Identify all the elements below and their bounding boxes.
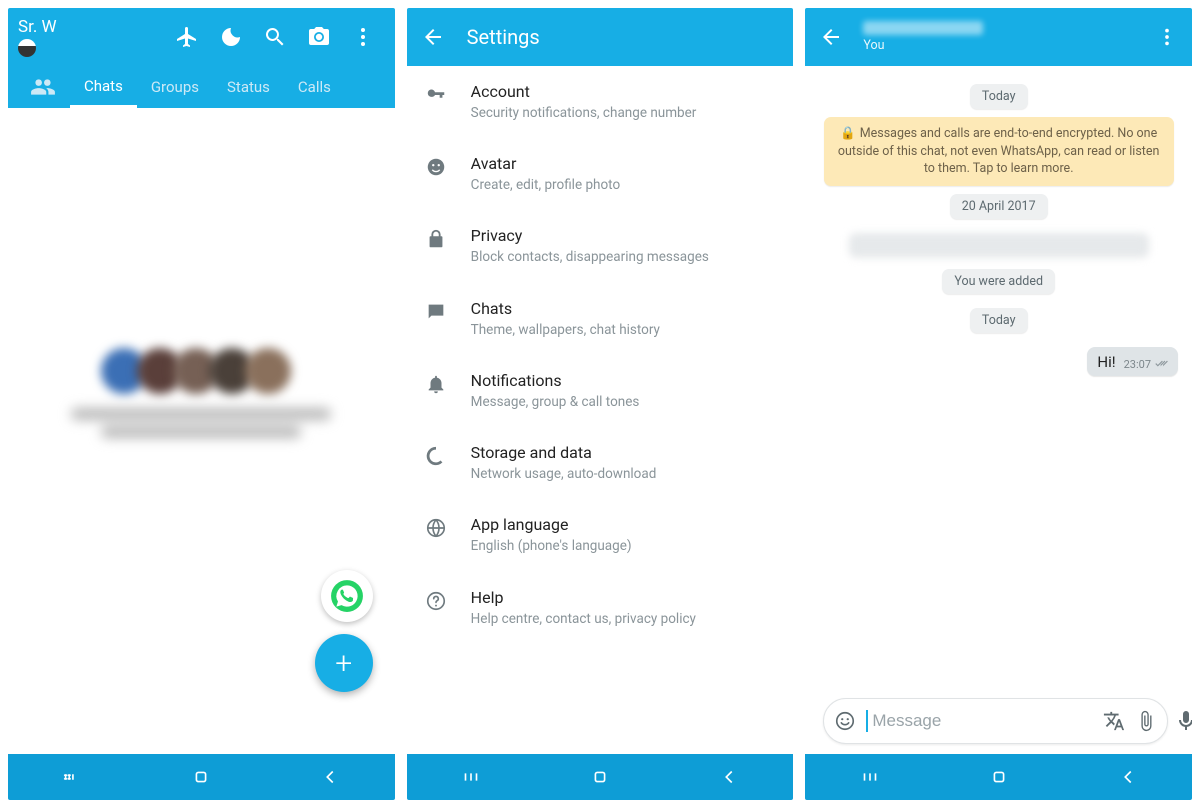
settings-item-avatar[interactable]: AvatarCreate, edit, profile photo <box>407 138 794 210</box>
key-icon <box>425 84 447 106</box>
date-chip-today-1: Today <box>970 84 1028 109</box>
system-navbar <box>8 754 395 800</box>
date-chip-today-2: Today <box>970 308 1028 333</box>
tab-bar: Chats Groups Status Calls <box>8 66 395 108</box>
back-arrow-icon[interactable] <box>421 25 445 49</box>
message-input[interactable] <box>866 710 1093 732</box>
input-bar <box>815 690 1182 754</box>
mic-button[interactable] <box>1174 698 1192 744</box>
settings-item-language[interactable]: App languageEnglish (phone's language) <box>407 499 794 571</box>
settings-title: Settings <box>467 25 540 49</box>
nav-recents-icon[interactable] <box>859 766 881 788</box>
search-icon[interactable] <box>263 25 287 49</box>
chat-icon <box>425 301 447 323</box>
blurred-text <box>51 408 351 448</box>
chat-subtitle: You <box>863 38 1136 53</box>
lock-icon <box>425 228 447 250</box>
chats-body: + <box>8 108 395 754</box>
help-icon <box>425 590 447 612</box>
delivered-icon <box>1154 359 1170 369</box>
tab-status[interactable]: Status <box>213 66 284 108</box>
system-added-chip: You were added <box>942 269 1055 294</box>
screen-chats: Sr. W Chats Groups Status Calls <box>8 8 395 800</box>
e2e-banner[interactable]: 🔒Messages and calls are end-to-end encry… <box>824 117 1174 186</box>
message-meta: 23:07 <box>1124 358 1170 371</box>
tab-community-icon[interactable] <box>16 66 70 108</box>
fab-new-chat[interactable]: + <box>315 634 373 692</box>
settings-item-help[interactable]: HelpHelp centre, contact us, privacy pol… <box>407 572 794 644</box>
tab-chats[interactable]: Chats <box>70 66 137 108</box>
globe-icon <box>425 517 447 539</box>
emoji-icon[interactable] <box>834 710 856 732</box>
nav-back-icon[interactable] <box>1117 766 1139 788</box>
more-icon[interactable] <box>351 25 375 49</box>
translate-icon[interactable] <box>1103 710 1125 732</box>
nav-home-icon[interactable] <box>190 766 212 788</box>
topbar: Settings <box>407 8 794 66</box>
user-block[interactable]: Sr. W <box>18 17 57 57</box>
settings-item-notifications[interactable]: NotificationsMessage, group & call tones <box>407 355 794 427</box>
nav-home-icon[interactable] <box>988 766 1010 788</box>
avatar-face-icon <box>425 156 447 178</box>
chat-title-blurred <box>863 21 983 35</box>
settings-item-storage[interactable]: Storage and dataNetwork usage, auto-down… <box>407 427 794 499</box>
airplane-icon[interactable] <box>175 25 199 49</box>
system-navbar <box>407 754 794 800</box>
more-icon[interactable] <box>1156 26 1178 48</box>
chat-title[interactable]: You <box>863 21 1136 53</box>
lock-small-icon: 🔒 <box>840 126 856 141</box>
moon-icon[interactable] <box>219 25 243 49</box>
nav-back-icon[interactable] <box>718 766 740 788</box>
blurred-system-message <box>849 233 1149 257</box>
settings-item-chats[interactable]: ChatsTheme, wallpapers, chat history <box>407 283 794 355</box>
topbar: You <box>805 8 1192 66</box>
attach-icon[interactable] <box>1135 710 1157 732</box>
system-navbar <box>805 754 1192 800</box>
camera-icon[interactable] <box>307 25 331 49</box>
settings-item-account[interactable]: AccountSecurity notifications, change nu… <box>407 66 794 138</box>
bell-icon <box>425 373 447 395</box>
user-name: Sr. W <box>18 17 57 37</box>
user-avatar-small <box>18 39 36 57</box>
settings-list: AccountSecurity notifications, change nu… <box>407 66 794 754</box>
input-pill <box>823 698 1168 744</box>
data-usage-icon <box>425 445 447 467</box>
tab-groups[interactable]: Groups <box>137 66 213 108</box>
nav-recents-icon[interactable] <box>61 766 83 788</box>
screen-chat: You Today 🔒Messages and calls are end-to… <box>805 8 1192 800</box>
outgoing-message[interactable]: Hi! 23:07 <box>1087 347 1178 376</box>
blurred-avatars <box>111 348 291 394</box>
nav-home-icon[interactable] <box>589 766 611 788</box>
date-chip-old: 20 April 2017 <box>950 194 1048 219</box>
chat-body[interactable]: Today 🔒Messages and calls are end-to-end… <box>805 66 1192 754</box>
screen-settings: Settings AccountSecurity notifications, … <box>407 8 794 800</box>
message-text: Hi! <box>1097 353 1115 371</box>
back-arrow-icon[interactable] <box>819 25 843 49</box>
topbar: Sr. W <box>8 8 395 66</box>
nav-recents-icon[interactable] <box>460 766 482 788</box>
nav-back-icon[interactable] <box>319 766 341 788</box>
tab-calls[interactable]: Calls <box>284 66 345 108</box>
fab-whatsapp[interactable] <box>321 570 373 622</box>
settings-item-privacy[interactable]: PrivacyBlock contacts, disappearing mess… <box>407 210 794 282</box>
